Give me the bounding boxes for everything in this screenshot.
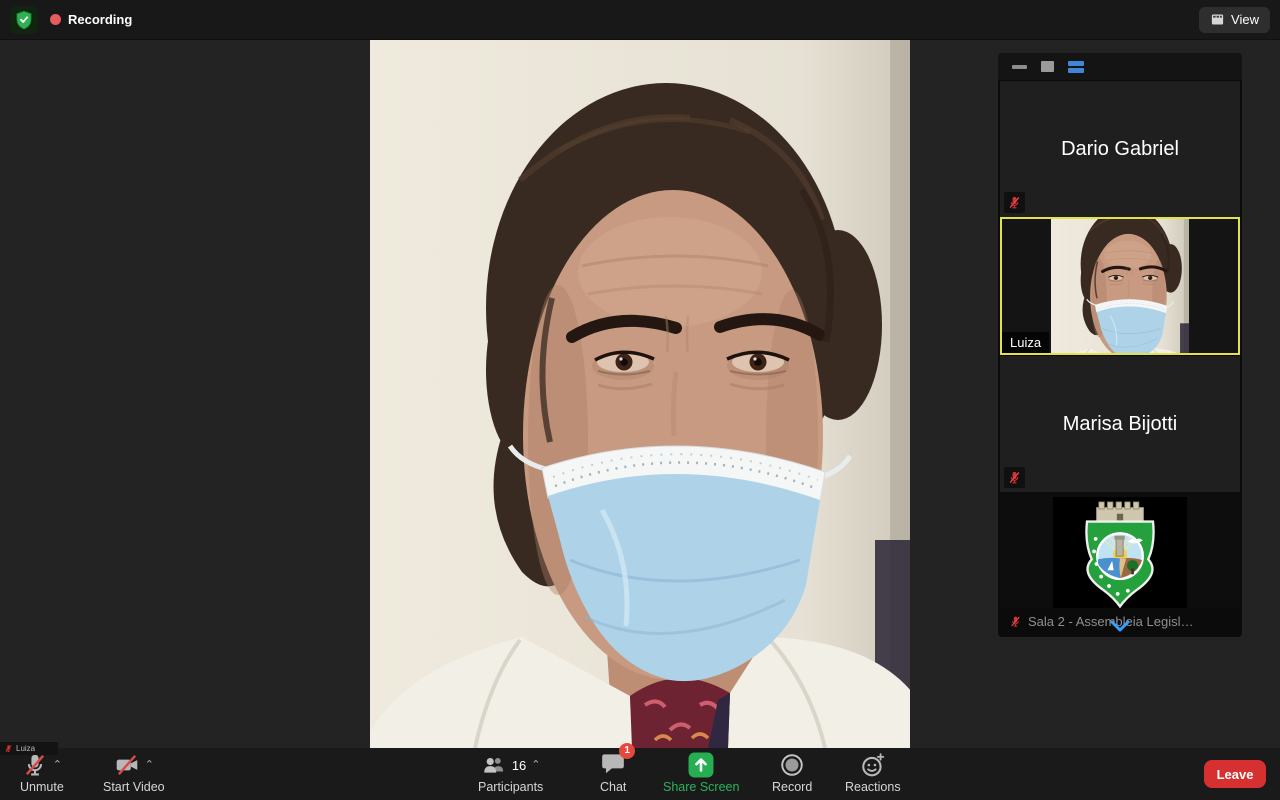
reactions-label: Reactions: [845, 780, 901, 794]
camera-off-icon: [114, 752, 140, 778]
self-view-label: Luiza: [0, 742, 58, 755]
unmute-button[interactable]: ⌃ Unmute: [20, 752, 64, 794]
participant-portrait: [1051, 219, 1189, 353]
participants-filmstrip: Dario Gabriel Luiza Marisa Bijotti Sala: [998, 53, 1242, 637]
start-video-label: Start Video: [103, 780, 165, 794]
chat-unread-badge: 1: [619, 743, 635, 759]
chevron-down-icon: [1108, 619, 1132, 633]
participant-tile-sala-2[interactable]: Sala 2 - Assembleia Legisl…: [1000, 493, 1240, 634]
video-options-chevron[interactable]: ⌃: [145, 760, 154, 770]
zoom-meeting-window: Recording View Luiza Dario Gabriel: [0, 0, 1280, 800]
view-button-label: View: [1231, 12, 1259, 27]
participants-button[interactable]: 16 ⌃ Participants: [478, 752, 543, 794]
record-label: Record: [772, 780, 812, 794]
meeting-toolbar: ⌃ Unmute ⌃ Start Video 16 ⌃ Participants: [0, 748, 1280, 800]
speaker-portrait: [370, 40, 910, 748]
muted-mic-icon: [1007, 470, 1022, 485]
collapse-strip-icon[interactable]: [1012, 65, 1027, 69]
muted-mic-icon: [22, 752, 48, 778]
record-icon: [779, 752, 805, 778]
top-bar: Recording View: [0, 0, 1280, 40]
muted-mic-icon: [1007, 195, 1022, 210]
participant-name: Luiza: [1002, 332, 1049, 353]
participants-count: 16: [512, 758, 526, 773]
share-screen-button[interactable]: Share Screen: [663, 752, 739, 794]
chat-button[interactable]: 1 Chat: [600, 752, 626, 794]
muted-mic-badge: [1004, 192, 1025, 213]
share-screen-icon: [688, 752, 714, 778]
participants-icon: [481, 752, 507, 778]
chat-label: Chat: [600, 780, 626, 794]
start-video-button[interactable]: ⌃ Start Video: [103, 752, 165, 794]
participants-options-chevron[interactable]: ⌃: [531, 760, 540, 770]
muted-mic-icon: [1009, 615, 1022, 628]
participants-label: Participants: [478, 780, 543, 794]
record-button[interactable]: Record: [772, 752, 812, 794]
recording-indicator: Recording: [50, 12, 132, 27]
recording-dot-icon: [50, 14, 61, 25]
recording-label: Recording: [68, 12, 132, 27]
participant-tile-marisa-bijotti[interactable]: Marisa Bijotti: [1000, 356, 1240, 492]
muted-mic-badge: [1004, 467, 1025, 488]
ceara-coat-of-arms: [1072, 498, 1168, 608]
reactions-smiley-icon: [860, 752, 886, 778]
share-screen-label: Share Screen: [663, 780, 739, 794]
filmstrip-header: [998, 53, 1242, 80]
active-speaker-video: [370, 40, 910, 748]
participant-tile-dario-gabriel[interactable]: Dario Gabriel: [1000, 81, 1240, 217]
participant-video-thumbnail: [1053, 497, 1187, 609]
encryption-shield-icon: [14, 10, 34, 30]
muted-mic-icon: [4, 744, 13, 753]
scroll-more-participants[interactable]: [1108, 619, 1132, 633]
gallery-strip-icon[interactable]: [1068, 61, 1084, 73]
top-bar-left: Recording: [10, 6, 132, 34]
encryption-shield-chip[interactable]: [10, 6, 38, 34]
view-button[interactable]: View: [1199, 7, 1270, 33]
participant-tile-luiza[interactable]: Luiza: [1000, 217, 1240, 355]
unmute-label: Unmute: [20, 780, 64, 794]
self-view-name: Luiza: [16, 744, 35, 753]
leave-button[interactable]: Leave: [1204, 760, 1266, 788]
audio-options-chevron[interactable]: ⌃: [53, 760, 62, 770]
participant-name: Marisa Bijotti: [1063, 413, 1177, 436]
participant-name: Dario Gabriel: [1061, 138, 1179, 161]
speaker-view-icon[interactable]: [1041, 61, 1054, 72]
gallery-view-icon: [1210, 12, 1225, 27]
participant-video-thumbnail: [1051, 219, 1189, 353]
reactions-button[interactable]: Reactions: [845, 752, 901, 794]
